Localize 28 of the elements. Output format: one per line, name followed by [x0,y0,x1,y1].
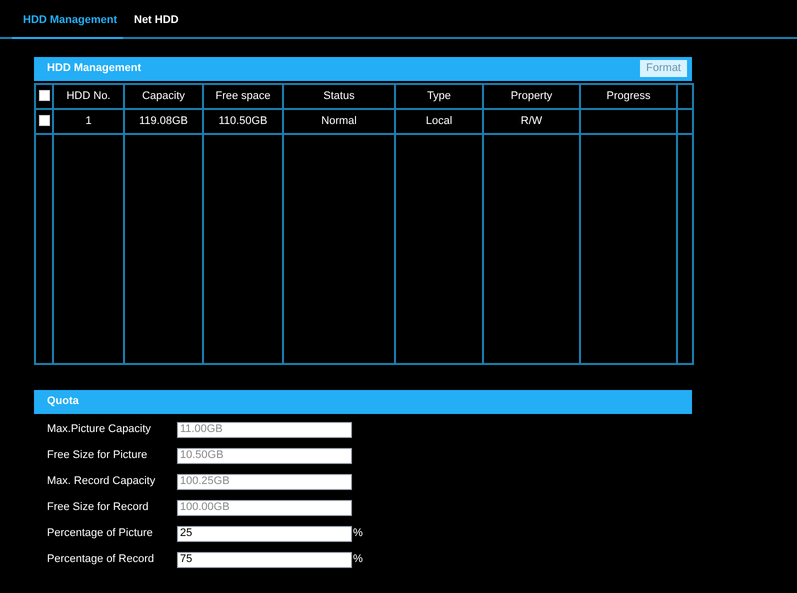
table-cell: 119.08GB [139,114,188,127]
unit-label: % [353,526,363,542]
column-header: Property [510,90,552,102]
field-label: Free Size for Record [47,500,150,516]
column-header: Status [323,90,355,102]
section-title: Quota [47,394,79,410]
column-header: Capacity [142,90,185,102]
tab[interactable]: Net HDD [123,12,190,38]
column-header: Type [427,90,451,102]
panel-title: HDD Management [47,61,142,76]
table-cell: R/W [520,114,542,127]
field-label: Max. Record Capacity [47,474,156,490]
column-header: Progress [606,90,651,102]
field-label: Free Size for Picture [47,448,148,464]
tab[interactable]: HDD Management [12,12,123,38]
column-header: HDD No. [66,90,110,102]
field-label: Max.Picture Capacity [47,422,152,438]
unit-label: % [353,552,363,568]
table-cell: Normal [321,114,357,127]
table-cell: 1 [85,114,92,127]
table-cell: 110.50GB [218,114,268,127]
input-field[interactable]: 25 [177,526,352,542]
column-header: Free space [215,90,271,102]
table-cell: Local [426,114,452,127]
field-label: Percentage of Record [47,552,156,568]
input-field[interactable]: 75 [177,552,352,568]
field-label: Percentage of Picture [47,526,154,542]
format-button[interactable]: Format [640,60,687,77]
